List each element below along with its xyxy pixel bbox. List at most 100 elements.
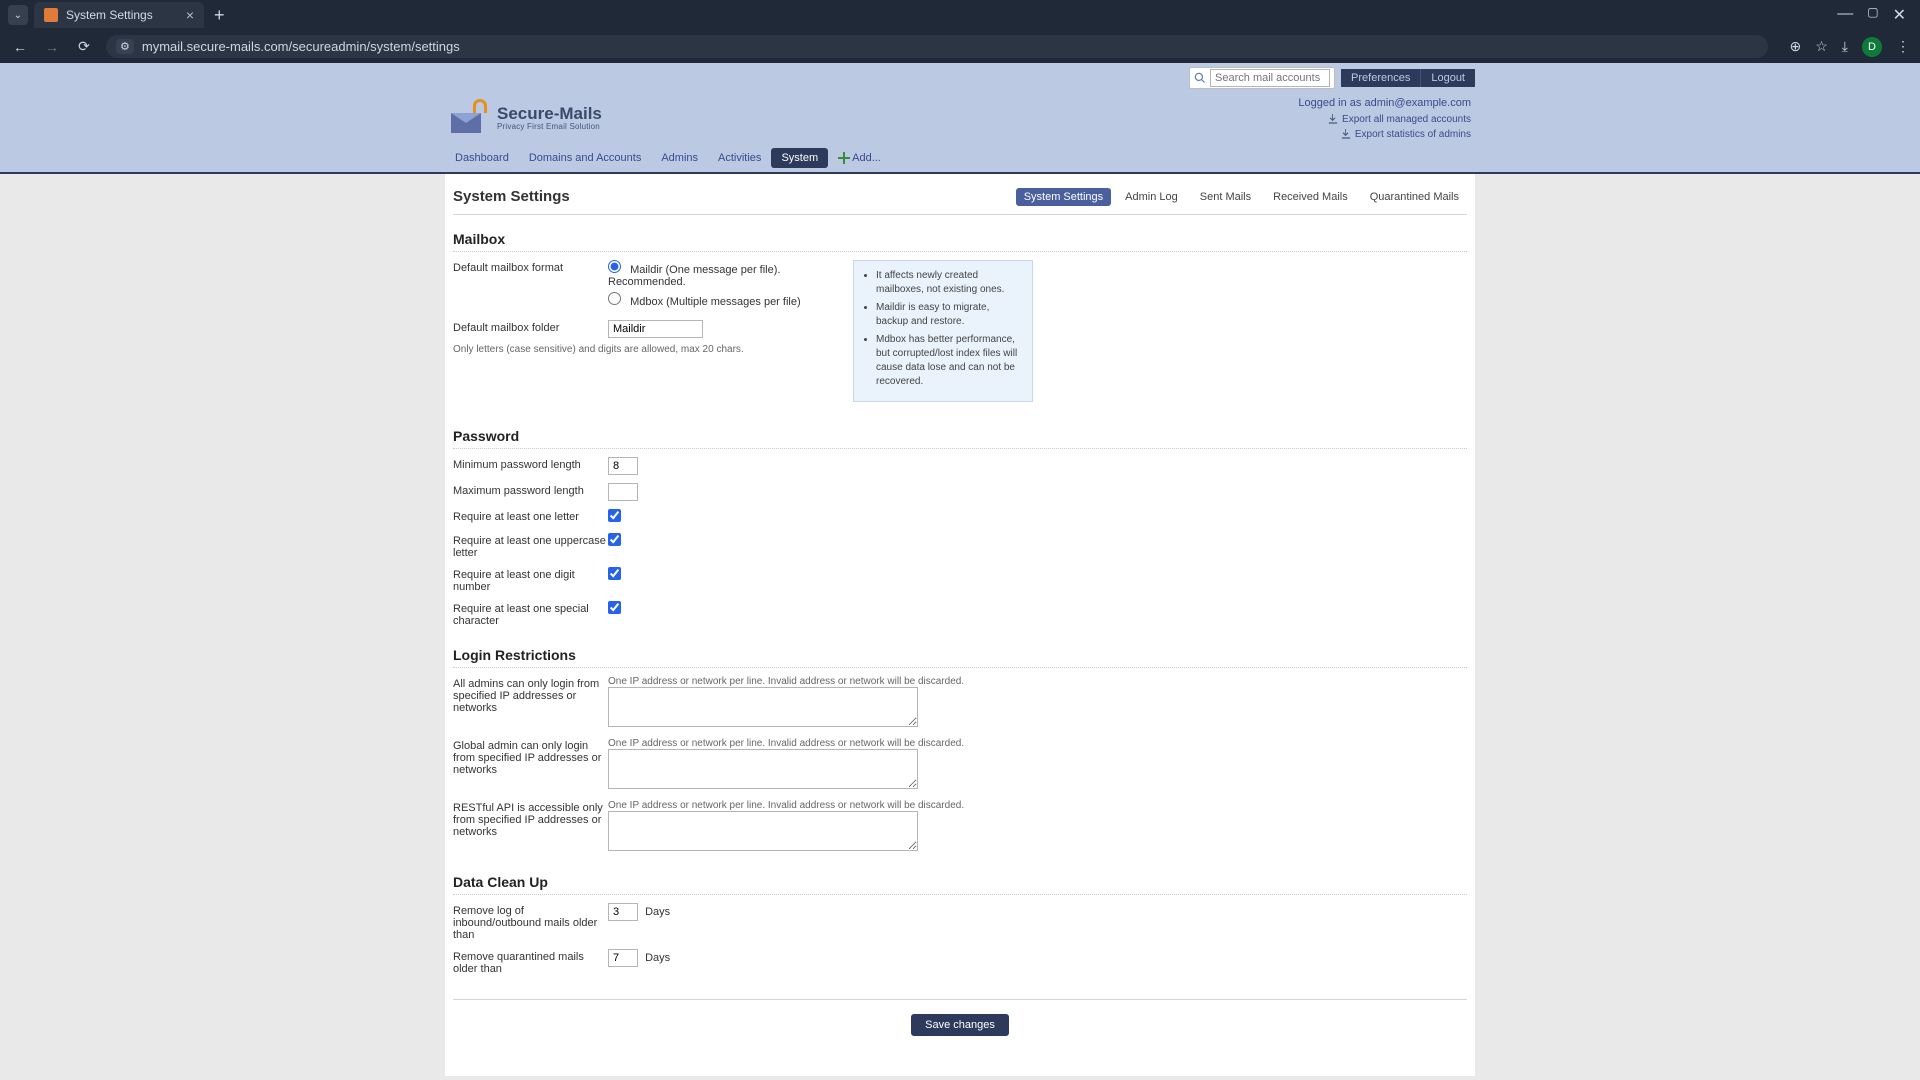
mailbox-format-mdbox[interactable]: Mdbox (Multiple messages per file) <box>608 292 843 308</box>
remove-log-unit: Days <box>645 906 670 918</box>
remove-log-label: Remove log of inbound/outbound mails old… <box>453 903 608 941</box>
mailbox-format-maildir-radio[interactable] <box>608 260 621 273</box>
main-nav: Dashboard Domains and Accounts Admins Ac… <box>445 142 1475 172</box>
zoom-icon[interactable]: ⊕ <box>1790 38 1802 55</box>
all-admins-ip-textarea[interactable] <box>608 687 918 727</box>
export-stats-link[interactable]: Export statistics of admins <box>1355 127 1471 142</box>
nav-activities[interactable]: Activities <box>708 148 771 168</box>
subnav-received-mails[interactable]: Received Mails <box>1265 188 1356 206</box>
header-band: Preferences Logout Secure-Mails Privacy … <box>0 63 1920 174</box>
search-wrap <box>1189 67 1335 89</box>
min-password-input[interactable] <box>608 457 638 475</box>
preferences-link[interactable]: Preferences <box>1341 69 1420 87</box>
close-window-button[interactable]: ✕ <box>1893 5 1906 25</box>
download-icon <box>1328 114 1338 124</box>
max-password-label: Maximum password length <box>453 483 608 497</box>
nav-bar: ← → ⟳ ⚙ mymail.secure-mails.com/securead… <box>0 30 1920 63</box>
subnav-quarantined-mails[interactable]: Quarantined Mails <box>1362 188 1467 206</box>
profile-avatar[interactable]: D <box>1862 37 1882 57</box>
forward-button[interactable]: → <box>42 39 62 55</box>
logo-text: Secure-Mails Privacy First Email Solutio… <box>497 105 602 132</box>
mailbox-info-2: Maildir is easy to migrate, backup and r… <box>876 301 1022 329</box>
page-viewport: Preferences Logout Secure-Mails Privacy … <box>0 63 1920 1080</box>
nav-system[interactable]: System <box>771 148 828 168</box>
mailbox-info-3: Mdbox has better performance, but corrup… <box>876 333 1022 389</box>
site-settings-icon[interactable]: ⚙ <box>116 39 134 54</box>
req-digit-checkbox[interactable] <box>608 567 621 580</box>
restful-ip-textarea[interactable] <box>608 811 918 851</box>
logo-mark-icon <box>451 103 489 133</box>
section-password-heading: Password <box>453 428 1467 449</box>
logout-link[interactable]: Logout <box>1420 69 1475 87</box>
nav-admins[interactable]: Admins <box>651 148 708 168</box>
page-title: System Settings <box>453 188 570 205</box>
mailbox-format-maildir[interactable]: Maildir (One message per file). Recommen… <box>608 260 843 288</box>
tab-title: System Settings <box>66 8 153 22</box>
save-button[interactable]: Save changes <box>911 1014 1009 1036</box>
minimize-button[interactable]: — <box>1837 5 1853 25</box>
section-login-restrictions-heading: Login Restrictions <box>453 647 1467 668</box>
tab-close-button[interactable]: × <box>186 7 194 23</box>
new-tab-button[interactable]: + <box>214 5 225 26</box>
mailbox-format-mdbox-radio[interactable] <box>608 292 621 305</box>
subnav-sent-mails[interactable]: Sent Mails <box>1192 188 1259 206</box>
remove-quarantine-label: Remove quarantined mails older than <box>453 949 608 975</box>
nav-domains[interactable]: Domains and Accounts <box>519 148 652 168</box>
download-icon <box>1341 129 1351 139</box>
section-mailbox-heading: Mailbox <box>453 231 1467 252</box>
all-admins-ip-label: All admins can only login from specified… <box>453 676 608 714</box>
downloads-icon[interactable]: ⤓ <box>1842 38 1848 55</box>
section-data-cleanup-heading: Data Clean Up <box>453 874 1467 895</box>
browser-tab[interactable]: System Settings × <box>34 2 204 28</box>
bookmark-icon[interactable]: ☆ <box>1815 38 1828 55</box>
restful-ip-label: RESTful API is accessible only from spec… <box>453 800 608 838</box>
content-wrap: System Settings System Settings Admin Lo… <box>445 174 1475 1076</box>
menu-icon[interactable]: ⋮ <box>1896 38 1910 55</box>
search-input[interactable] <box>1210 69 1330 87</box>
remove-quarantine-unit: Days <box>645 952 670 964</box>
browser-chrome: ⌄ System Settings × + — ▢ ✕ ← → ⟳ ⚙ myma… <box>0 0 1920 63</box>
subnav: System Settings Admin Log Sent Mails Rec… <box>1016 188 1467 206</box>
mailbox-format-label: Default mailbox format <box>453 260 608 274</box>
req-special-label: Require at least one special character <box>453 601 608 627</box>
nav-add[interactable]: Add... <box>828 148 891 168</box>
min-password-label: Minimum password length <box>453 457 608 471</box>
restful-ip-hint: One IP address or network per line. Inva… <box>608 800 1467 811</box>
tab-favicon-icon <box>44 8 58 22</box>
export-accounts-link[interactable]: Export all managed accounts <box>1342 112 1471 127</box>
logo[interactable]: Secure-Mails Privacy First Email Solutio… <box>445 103 602 133</box>
logged-in-user-link[interactable]: admin@example.com <box>1364 97 1471 109</box>
req-upper-label: Require at least one uppercase letter <box>453 533 608 559</box>
plus-icon <box>838 152 850 164</box>
tab-bar: ⌄ System Settings × + — ▢ ✕ <box>0 0 1920 30</box>
subnav-system-settings[interactable]: System Settings <box>1016 188 1111 206</box>
remove-quarantine-input[interactable] <box>608 949 638 967</box>
all-admins-ip-hint: One IP address or network per line. Inva… <box>608 676 1467 687</box>
tab-search-button[interactable]: ⌄ <box>8 5 28 25</box>
logged-in-prefix: Logged in as <box>1298 97 1364 109</box>
req-upper-checkbox[interactable] <box>608 533 621 546</box>
max-password-input[interactable] <box>608 483 638 501</box>
req-letter-label: Require at least one letter <box>453 509 608 523</box>
url-bar[interactable]: ⚙ mymail.secure-mails.com/secureadmin/sy… <box>106 35 1768 58</box>
nav-dashboard[interactable]: Dashboard <box>445 148 519 168</box>
global-admin-ip-label: Global admin can only login from specifi… <box>453 738 608 776</box>
search-icon <box>1194 72 1206 84</box>
maximize-button[interactable]: ▢ <box>1867 5 1878 25</box>
global-admin-ip-textarea[interactable] <box>608 749 918 789</box>
req-digit-label: Require at least one digit number <box>453 567 608 593</box>
mailbox-folder-label: Default mailbox folder <box>453 322 608 334</box>
mailbox-folder-input[interactable] <box>608 320 703 338</box>
global-admin-ip-hint: One IP address or network per line. Inva… <box>608 738 1467 749</box>
mailbox-info-1: It affects newly created mailboxes, not … <box>876 269 1022 297</box>
req-special-checkbox[interactable] <box>608 601 621 614</box>
titlebar: System Settings System Settings Admin Lo… <box>453 184 1467 215</box>
req-letter-checkbox[interactable] <box>608 509 621 522</box>
back-button[interactable]: ← <box>10 39 30 55</box>
url-text: mymail.secure-mails.com/secureadmin/syst… <box>142 39 460 54</box>
mailbox-info-box: It affects newly created mailboxes, not … <box>853 260 1033 402</box>
subnav-admin-log[interactable]: Admin Log <box>1117 188 1186 206</box>
mailbox-folder-hint: Only letters (case sensitive) and digits… <box>453 344 843 355</box>
reload-button[interactable]: ⟳ <box>74 38 94 55</box>
remove-log-input[interactable] <box>608 903 638 921</box>
